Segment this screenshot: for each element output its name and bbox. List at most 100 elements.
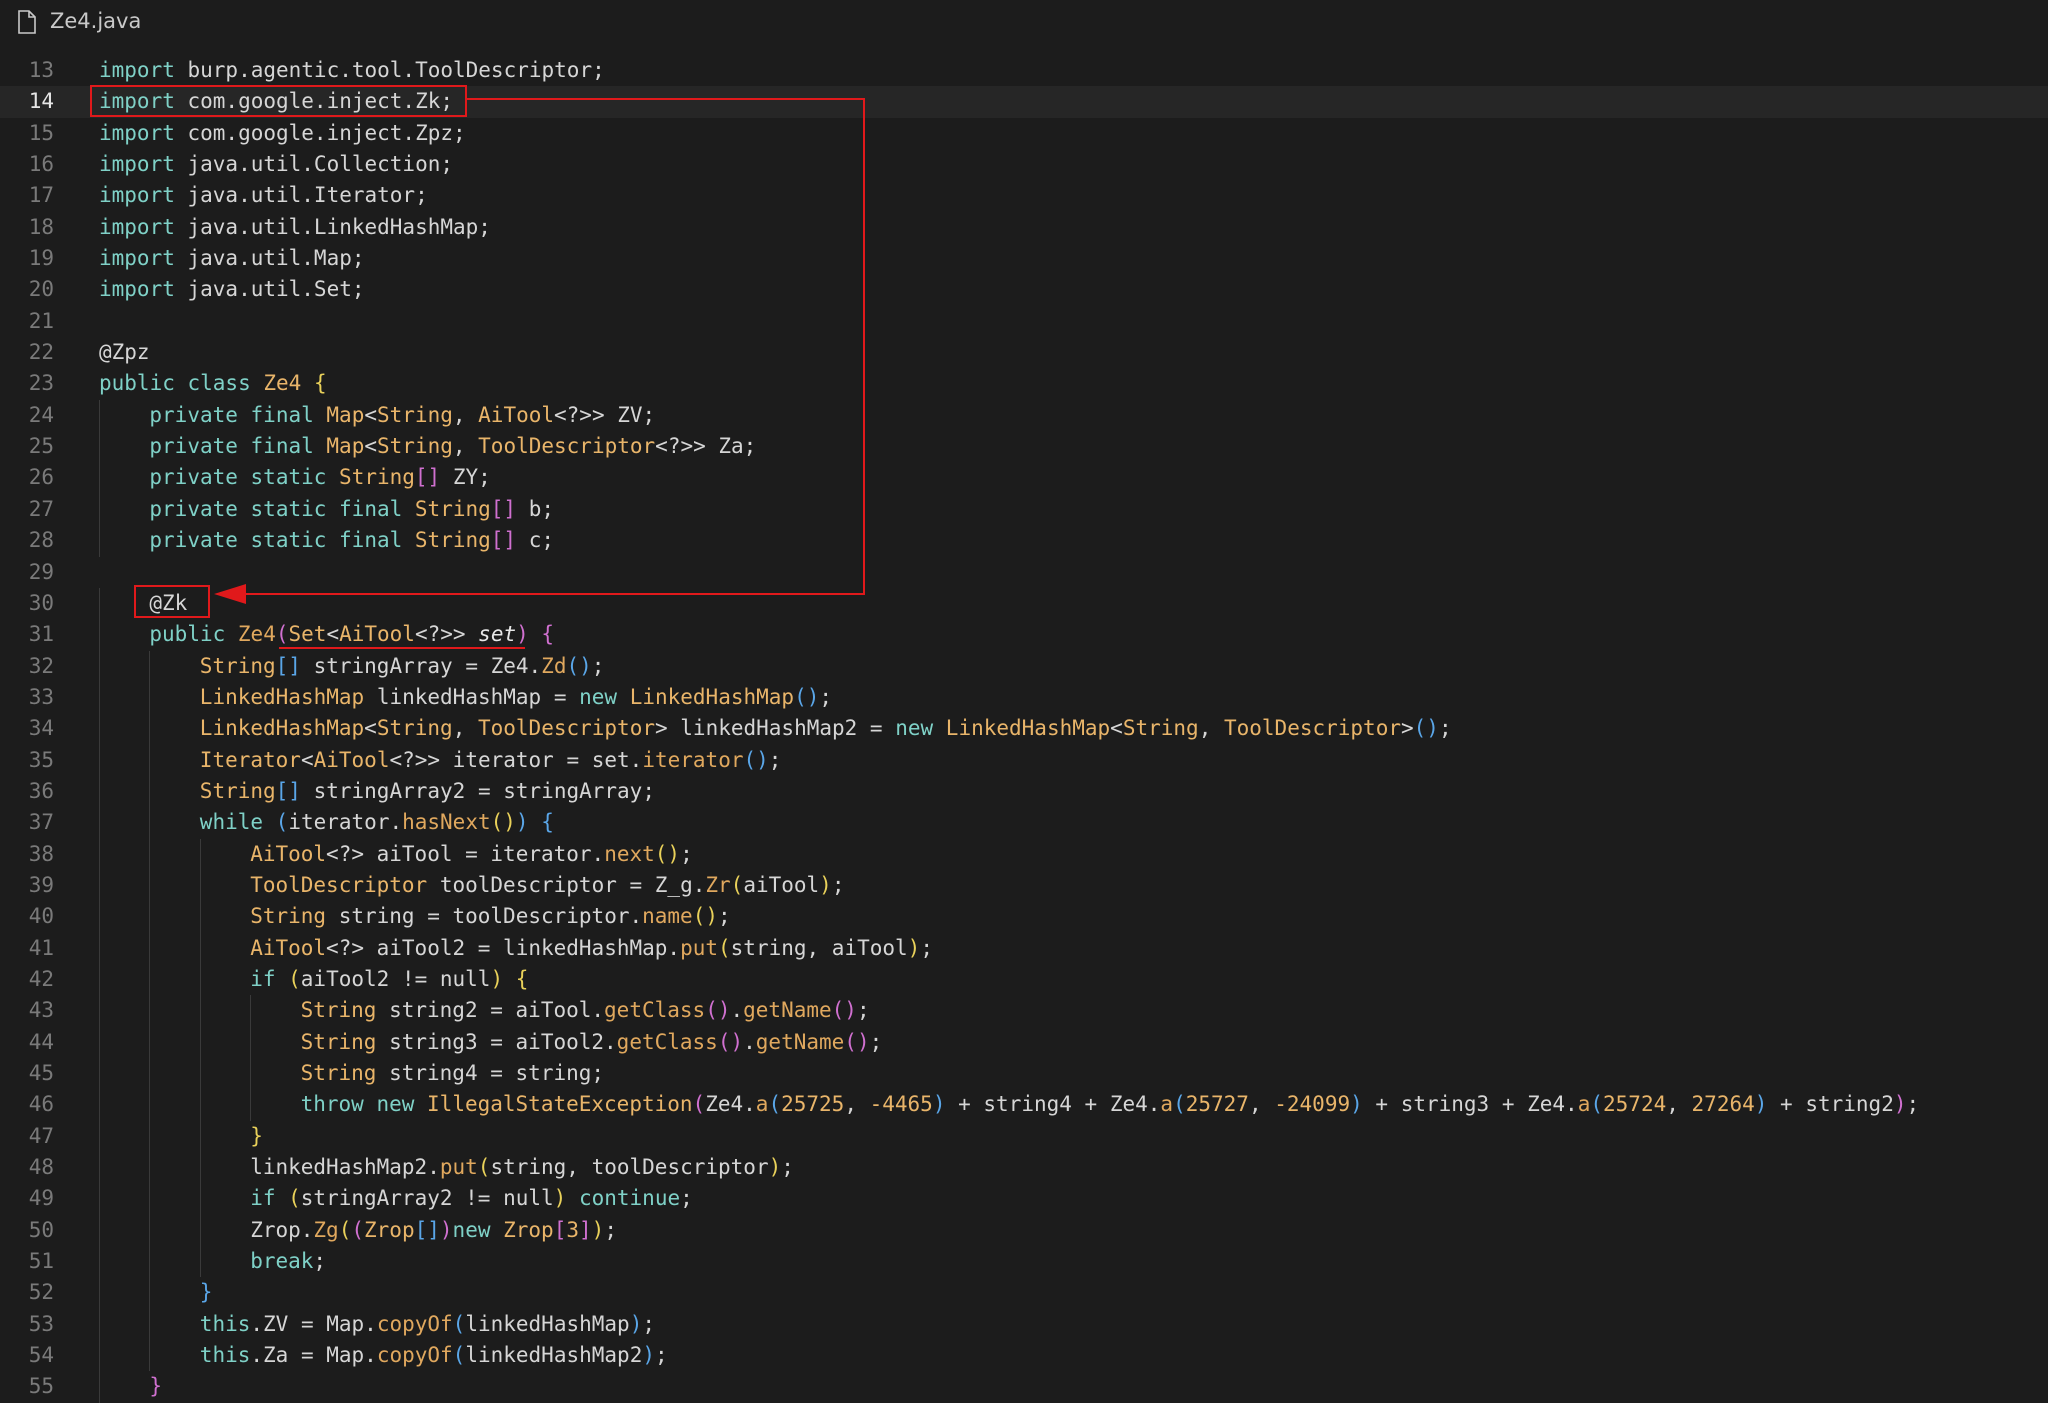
code-token: { xyxy=(528,810,554,835)
code-line[interactable]: 45 String string4 = string; xyxy=(0,1058,2048,1090)
code-line[interactable]: 55} xyxy=(0,1371,2048,1403)
code-line[interactable]: 27 private static final String[] b; xyxy=(0,493,2048,526)
code-token: + string3 + Ze4. xyxy=(1362,1092,1578,1117)
code-token: copyOf xyxy=(376,1311,453,1336)
code-token: String xyxy=(414,528,491,553)
code-token: . xyxy=(743,1029,756,1054)
code-line[interactable]: 49 if (stringArray2 != null) continue; xyxy=(0,1183,2048,1215)
code-line[interactable]: 13 import burp.agentic.tool.ToolDescripto… xyxy=(0,55,2048,86)
indent-guide xyxy=(99,869,100,902)
code-line[interactable]: 14 import com.google.inject.Zk; xyxy=(0,86,2048,118)
code-token: ( xyxy=(768,1092,782,1117)
code-line[interactable]: 17 import java.util.Iterator; xyxy=(0,180,2048,211)
indent-guide xyxy=(99,1058,100,1090)
code-token: Set xyxy=(288,622,327,647)
code-token: ; xyxy=(313,1249,327,1274)
code-line[interactable]: 47} xyxy=(0,1120,2048,1153)
code-token: String xyxy=(300,998,377,1023)
code-line[interactable]: 23 public class Ze4 { xyxy=(0,368,2048,399)
code-token: <?>> xyxy=(414,622,479,647)
code-line[interactable]: 41 AiTool<?> aiTool2 = linkedHashMap.put(… xyxy=(0,932,2048,964)
code-line[interactable]: 19 import java.util.Map; xyxy=(0,243,2048,274)
code-line[interactable]: 42 if (aiTool2 != null) { xyxy=(0,963,2048,996)
code-line[interactable]: 26 private static String[] ZY; xyxy=(0,462,2048,494)
code-line[interactable]: 16 import java.util.Collection; xyxy=(0,149,2048,180)
code-line[interactable]: 22 @Zpz xyxy=(0,337,2048,368)
code-token: AiTool xyxy=(250,841,327,866)
code-line[interactable]: 24 private final Map<String, AiTool<?>> Z… xyxy=(0,399,2048,432)
code-line[interactable]: 54 this.Za = Map.copyOf(linkedHashMap2); xyxy=(0,1340,2048,1372)
code-token: <?> aiTool = iterator. xyxy=(326,841,605,866)
code-line[interactable]: 31 public Ze4(Set<AiTool<?>> set) { xyxy=(0,619,2048,651)
code-text: private static String[] ZY; xyxy=(149,462,490,493)
code-line[interactable]: 40 String string = toolDescriptor.name(); xyxy=(0,901,2048,933)
code-line[interactable]: 25 private final Map<String, ToolDescript… xyxy=(0,431,2048,463)
code-token: com.google.inject.Zpz; xyxy=(174,120,466,145)
line-number: 49 xyxy=(28,1186,54,1211)
code-line[interactable]: 36 String[] stringArray2 = stringArray; xyxy=(0,775,2048,808)
code-token: import xyxy=(99,246,175,271)
editor-tab[interactable]: Ze4.java xyxy=(0,0,2048,44)
code-line[interactable]: 51 break; xyxy=(0,1246,2048,1278)
code-line[interactable]: 37 while (iterator.hasNext()) { xyxy=(0,807,2048,839)
line-number: 30 xyxy=(28,590,54,615)
code-token: new xyxy=(452,1217,504,1242)
indent-guide xyxy=(99,1089,100,1121)
indent-guide xyxy=(99,587,100,620)
code-line[interactable]: 44 String string3 = aiTool2.getClass().ge… xyxy=(0,1026,2048,1058)
code-token: import xyxy=(99,89,175,114)
code-text: LinkedHashMap<String, ToolDescriptor> li… xyxy=(200,713,1452,744)
code-token: IllegalStateException xyxy=(427,1092,693,1117)
code-line[interactable]: 32 String[] stringArray = Ze4.Zd(); xyxy=(0,650,2048,682)
code-line[interactable]: 21 xyxy=(0,306,2048,337)
code-token: @Zpz xyxy=(99,340,150,365)
line-number: 55 xyxy=(28,1374,54,1399)
code-token: ( xyxy=(730,872,744,897)
indent-guide xyxy=(149,901,151,933)
code-token: stringArray2 != null xyxy=(300,1186,554,1211)
code-token: [ xyxy=(553,1217,567,1242)
code-token: new xyxy=(579,684,630,709)
indent-guide xyxy=(99,932,100,964)
code-line[interactable]: 53 this.ZV = Map.copyOf(linkedHashMap); xyxy=(0,1308,2048,1341)
code-line[interactable]: 48 linkedHashMap2.put(string, toolDescrip… xyxy=(0,1152,2048,1184)
code-token: Ze4. xyxy=(705,1092,756,1117)
code-token: ) xyxy=(516,622,529,647)
code-token: > xyxy=(1401,716,1414,741)
code-text: } xyxy=(149,1371,162,1402)
code-editor[interactable]: 13 import burp.agentic.tool.ToolDescripto… xyxy=(0,55,2048,1403)
code-token: c; xyxy=(516,528,554,553)
code-text: } xyxy=(250,1121,263,1152)
code-line[interactable]: 20 import java.util.Set; xyxy=(0,274,2048,305)
code-token: ; xyxy=(1906,1092,1920,1117)
code-token: string, aiTool xyxy=(730,935,908,960)
code-line[interactable]: 50 Zrop.Zg((Zrop[])new Zrop[3]); xyxy=(0,1214,2048,1247)
indent-guide xyxy=(250,1089,252,1121)
code-line[interactable]: 34 LinkedHashMap<String, ToolDescriptor> … xyxy=(0,713,2048,745)
indent-guide xyxy=(149,807,151,839)
code-line[interactable]: 39 ToolDescriptor toolDescriptor = Z_g.Zr… xyxy=(0,869,2048,902)
line-number: 33 xyxy=(28,684,54,709)
code-text: ToolDescriptor toolDescriptor = Z_g.Zr(a… xyxy=(250,870,844,901)
code-line[interactable]: 46 throw new IllegalStateException(Ze4.a(… xyxy=(0,1089,2048,1121)
code-line[interactable]: 30 @Zk xyxy=(0,587,2048,620)
code-line[interactable]: 15 import com.google.inject.Zpz; xyxy=(0,118,2048,149)
code-line[interactable]: 38 AiTool<?> aiTool = iterator.next(); xyxy=(0,838,2048,870)
code-line[interactable]: 35 Iterator<AiTool<?>> iterator = set.ite… xyxy=(0,744,2048,776)
code-token: java.util.Map; xyxy=(174,246,365,271)
line-number: 15 xyxy=(28,120,54,145)
code-text: Iterator<AiTool<?>> iterator = set.itera… xyxy=(200,745,782,776)
code-token: 25727 xyxy=(1185,1092,1249,1117)
code-token: ; xyxy=(591,653,605,678)
code-line[interactable]: 43 String string2 = aiTool.getClass().get… xyxy=(0,995,2048,1027)
code-text: String string2 = aiTool.getClass().getNa… xyxy=(301,995,870,1026)
code-token: ) xyxy=(515,810,529,835)
code-token: public xyxy=(149,622,238,647)
code-line[interactable]: 29 xyxy=(0,557,2048,588)
code-line[interactable]: 28 private static final String[] c; xyxy=(0,525,2048,557)
code-line[interactable]: 18 import java.util.LinkedHashMap; xyxy=(0,212,2048,243)
code-line[interactable]: 33 LinkedHashMap linkedHashMap = new Link… xyxy=(0,681,2048,714)
code-line[interactable]: 52} xyxy=(0,1277,2048,1309)
code-token: aiTool2 != null xyxy=(300,966,491,991)
line-number: 50 xyxy=(28,1217,54,1242)
